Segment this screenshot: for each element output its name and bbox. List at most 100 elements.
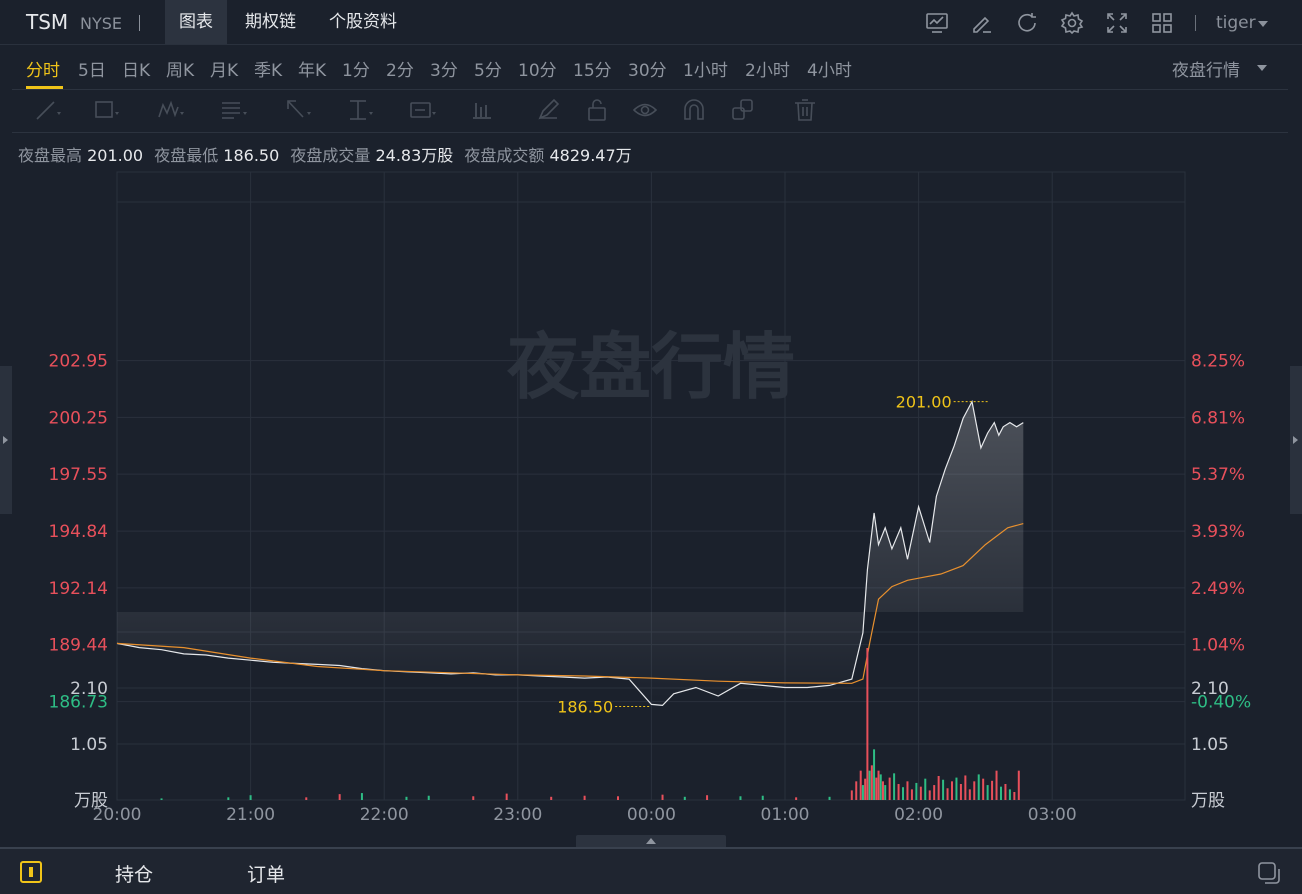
volume-bar: [868, 770, 871, 800]
volume-bar: [861, 785, 864, 800]
volume-bar: [249, 795, 252, 800]
volume-bar: [305, 797, 308, 800]
low-annotation: 186.50: [557, 697, 613, 716]
pct-axis-label-right: 5.37%: [1191, 465, 1245, 485]
volume-bar: [959, 784, 962, 800]
volume-bar: [924, 778, 927, 800]
period-5day[interactable]: 5日: [78, 56, 106, 81]
draw-edit-icon[interactable]: [970, 11, 994, 35]
measure-tool-icon[interactable]: [346, 97, 374, 123]
period-1min[interactable]: 1分: [342, 56, 370, 81]
period-yearly[interactable]: 年K: [298, 56, 326, 81]
left-panel-handle[interactable]: [0, 366, 12, 514]
text-tool-icon[interactable]: [220, 97, 248, 123]
volume-bar: [617, 796, 619, 800]
period-4hour[interactable]: 4小时: [807, 56, 852, 81]
indicator-chart-icon[interactable]: [925, 11, 949, 35]
layout-grid-icon[interactable]: [1150, 11, 1174, 35]
magnet-icon[interactable]: [681, 97, 709, 123]
x-tick-label: 01:00: [761, 805, 810, 825]
volume-bar: [982, 778, 985, 800]
period-daily[interactable]: 日K: [122, 56, 150, 81]
pen-icon[interactable]: [535, 97, 563, 123]
pct-axis-label-right: 6.81%: [1191, 408, 1245, 428]
session-selector[interactable]: 夜盘行情: [1172, 56, 1240, 81]
tab-orders[interactable]: 订单: [247, 860, 285, 887]
volume-bar: [864, 778, 867, 800]
volume-bar: [915, 782, 918, 800]
tab-chart[interactable]: 图表: [165, 0, 227, 44]
volume-bar: [405, 796, 408, 800]
volume-bar: [472, 796, 475, 800]
volume-bar: [995, 770, 998, 800]
period-10min[interactable]: 10分: [518, 56, 557, 81]
divider: [139, 15, 140, 31]
period-30min[interactable]: 30分: [628, 56, 667, 81]
rectangle-tool-icon[interactable]: [92, 97, 120, 123]
trash-icon[interactable]: [792, 97, 820, 123]
refresh-icon[interactable]: [1015, 11, 1039, 35]
arrow-tool-icon[interactable]: [284, 97, 312, 123]
volume-bar: [427, 795, 430, 800]
period-monthly[interactable]: 月K: [210, 56, 238, 81]
clone-icon[interactable]: [730, 97, 758, 123]
chevron-right-icon: [1293, 436, 1298, 444]
volume-bar: [977, 774, 980, 800]
price-axis-label-left: 194.84: [49, 522, 108, 542]
wave-tool-icon[interactable]: [157, 97, 185, 123]
period-weekly[interactable]: 周K: [166, 56, 194, 81]
volume-bar: [227, 797, 230, 800]
volume-bar: [1004, 784, 1007, 800]
x-tick-label: 21:00: [226, 805, 275, 825]
volume-bar: [761, 795, 764, 800]
volume-bar: [873, 749, 876, 800]
right-panel-handle[interactable]: [1290, 366, 1302, 514]
volume-bar: [937, 776, 940, 800]
volume-bar: [928, 790, 931, 800]
price-axis-label-left: 200.25: [49, 408, 108, 428]
x-tick-label: 22:00: [360, 805, 409, 825]
label-tool-icon[interactable]: [409, 97, 437, 123]
line-tool-icon[interactable]: [34, 97, 62, 123]
bottom-bar: 持仓 订单: [0, 847, 1302, 894]
period-2min[interactable]: 2分: [386, 56, 414, 81]
tab-positions[interactable]: 持仓: [115, 860, 153, 887]
settings-gear-icon[interactable]: [1060, 11, 1084, 35]
volume-bar: [550, 796, 553, 800]
tab-option-chain[interactable]: 期权链: [231, 0, 310, 44]
stock-symbol: TSM: [26, 10, 69, 34]
account-menu[interactable]: tiger: [1216, 13, 1256, 33]
intraday-chart[interactable]: 20:00 21:00 22:00 23:00 00:00 01:00 02:00 03:00…: [0, 160, 1302, 835]
period-5min[interactable]: 5分: [474, 56, 502, 81]
chevron-down-icon[interactable]: [1257, 65, 1267, 71]
divider: [12, 132, 1288, 133]
expand-panel-handle[interactable]: [576, 835, 726, 847]
volume-bar: [360, 793, 363, 800]
volume-bar: [877, 770, 880, 800]
volume-unit-left: 万股: [74, 791, 108, 811]
lock-icon[interactable]: [584, 97, 612, 123]
volume-bar: [910, 789, 913, 800]
volume-bar: [795, 797, 798, 800]
volume-bar: [661, 794, 664, 800]
period-quarterly[interactable]: 季K: [254, 56, 282, 81]
period-intraday[interactable]: 分时: [26, 56, 60, 81]
bar-tool-icon[interactable]: [470, 97, 498, 123]
period-3min[interactable]: 3分: [430, 56, 458, 81]
period-15min[interactable]: 15分: [573, 56, 612, 81]
tab-stock-profile[interactable]: 个股资料: [315, 0, 411, 44]
panel-toggle-icon[interactable]: [20, 861, 42, 883]
divider: [1195, 15, 1196, 31]
volume-bar: [870, 765, 873, 800]
volume-bar: [875, 777, 878, 800]
volume-bar: [968, 789, 971, 800]
eye-icon[interactable]: [632, 97, 660, 123]
volume-bar: [855, 781, 858, 800]
period-1hour[interactable]: 1小时: [683, 56, 728, 81]
period-2hour[interactable]: 2小时: [745, 56, 790, 81]
window-toggle-icon[interactable]: [1257, 861, 1281, 885]
chevron-down-icon[interactable]: [1258, 21, 1268, 27]
volume-unit-right: 万股: [1191, 791, 1225, 811]
fullscreen-icon[interactable]: [1105, 11, 1129, 35]
price-axis-label-left: 197.55: [49, 465, 108, 485]
